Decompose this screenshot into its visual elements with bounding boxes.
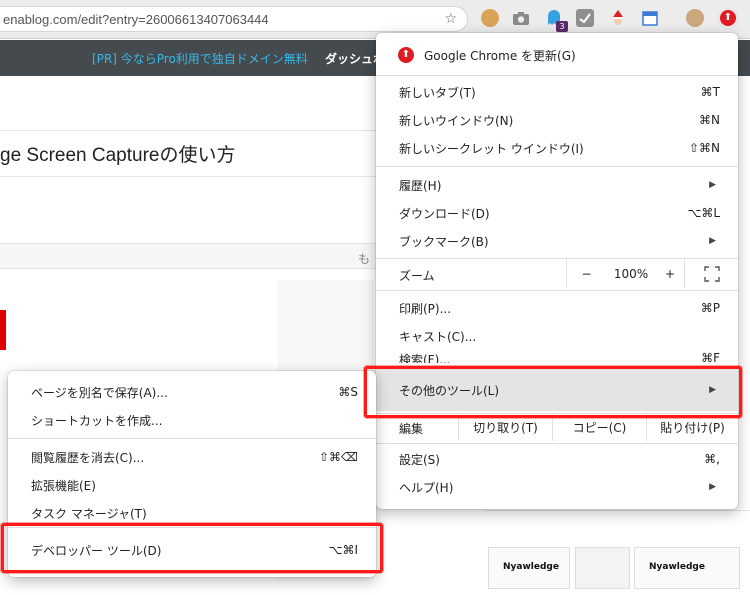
submenu-arrow-icon: ▶ xyxy=(709,482,716,492)
menu-item-label: デベロッパー ツール(D) xyxy=(31,543,162,558)
submenu-arrow-icon: ▶ xyxy=(709,236,716,246)
menu-item-label: 印刷(P)... xyxy=(399,301,452,316)
menu-item-label: 新しいタブ(T) xyxy=(399,85,476,100)
menu-separator xyxy=(8,438,376,439)
menu-item-extensions[interactable]: 拡張機能(E) xyxy=(8,472,376,498)
menu-item-incognito[interactable]: 新しいシークレット ウインドウ(I) ⇧⌘N xyxy=(376,135,738,161)
divider xyxy=(0,130,380,131)
thumbnail-image[interactable]: Nyawledge xyxy=(634,547,740,589)
divider xyxy=(0,176,380,177)
camera-extension-icon[interactable] xyxy=(512,9,530,27)
thumbnail-image[interactable] xyxy=(575,547,630,589)
copy-button[interactable]: コピー(C) xyxy=(552,413,646,441)
promo-link[interactable]: [PR] 今ならPro利用で独自ドメイン無料 xyxy=(92,50,308,67)
menu-item-find[interactable]: 検索(F)... ⌘F xyxy=(376,349,738,363)
check-extension-icon[interactable] xyxy=(576,9,594,27)
entry-title[interactable]: ge Screen Captureの使い方 xyxy=(0,140,236,167)
menu-item-label: 新しいウインドウ(N) xyxy=(399,113,514,128)
profile-avatar[interactable] xyxy=(686,9,704,27)
menu-item-print[interactable]: 印刷(P)... ⌘P xyxy=(376,295,738,321)
menu-item-shortcut: ⌘P xyxy=(700,301,720,315)
menu-item-clear-history[interactable]: 閲覧履歴を消去(C)... ⇧⌘⌫ xyxy=(8,444,376,470)
menu-item-shortcut: ⇧⌘⌫ xyxy=(318,450,358,464)
zoom-label: ズーム xyxy=(399,269,435,283)
menu-item-task-manager[interactable]: タスク マネージャ(T) xyxy=(8,500,376,526)
menu-item-label: ヘルプ(H) xyxy=(399,480,454,495)
paste-button[interactable]: 貼り付け(P) xyxy=(646,413,738,441)
menu-item-developer-tools[interactable]: デベロッパー ツール(D) ⌥⌘I xyxy=(8,537,376,563)
menu-item-shortcut: ⌥⌘I xyxy=(328,543,358,557)
zoom-in-button[interactable]: + xyxy=(656,259,684,289)
menu-item-shortcut: ⌘T xyxy=(700,85,720,99)
arrow-up-icon: ⬆ xyxy=(398,47,414,63)
menu-item-label: キャスト(C)... xyxy=(399,329,477,344)
menu-separator xyxy=(376,75,738,76)
menu-item-create-shortcut[interactable]: ショートカットを作成... xyxy=(8,407,376,433)
menu-item-new-tab[interactable]: 新しいタブ(T) ⌘T xyxy=(376,79,738,105)
zoom-out-button[interactable]: − xyxy=(566,259,606,289)
fullscreen-icon[interactable] xyxy=(684,259,738,289)
star-icon[interactable]: ☆ xyxy=(444,11,457,27)
divider xyxy=(484,510,750,511)
zoom-level: 100% xyxy=(613,267,649,281)
more-text: も xyxy=(358,252,371,266)
url-text[interactable]: enablog.com/edit?entry=26006613407063444 xyxy=(3,12,269,27)
red-mark xyxy=(0,310,6,350)
menu-item-bookmarks[interactable]: ブックマーク(B) ▶ xyxy=(376,228,738,254)
menu-item-downloads[interactable]: ダウンロード(D) ⌥⌘L xyxy=(376,200,738,226)
menu-item-label: 検索(F)... xyxy=(399,353,451,363)
menu-item-shortcut: ⌘, xyxy=(704,452,720,466)
update-chrome-item[interactable]: ⬆ Google Chrome を更新(G) xyxy=(376,41,738,69)
menu-item-shortcut: ⇧⌘N xyxy=(688,141,720,155)
submenu-arrow-icon: ▶ xyxy=(709,180,716,190)
thumbnail-image[interactable]: Nyawledge xyxy=(488,547,570,589)
menu-separator xyxy=(376,166,738,167)
menu-item-save-page[interactable]: ページを別名で保存(A)... ⌘S xyxy=(8,379,376,405)
menu-separator xyxy=(376,290,738,291)
menu-item-label: ページを別名で保存(A)... xyxy=(31,385,168,400)
menu-item-shortcut: ⌥⌘L xyxy=(687,206,720,220)
address-bar[interactable]: enablog.com/edit?entry=26006613407063444… xyxy=(0,6,468,32)
menu-item-label: 履歴(H) xyxy=(399,178,442,193)
edit-row: 編集 切り取り(T) コピー(C) 貼り付け(P) xyxy=(376,413,738,441)
edit-label: 編集 xyxy=(399,422,424,436)
menu-item-cast[interactable]: キャスト(C)... xyxy=(376,323,738,349)
menu-item-label: ダウンロード(D) xyxy=(399,206,490,221)
santa-extension-icon[interactable] xyxy=(609,9,627,27)
menu-item-label: その他のツール(L) xyxy=(399,383,500,398)
menu-item-shortcut: ⌘N xyxy=(699,113,720,127)
menu-item-label: 新しいシークレット ウインドウ(I) xyxy=(399,141,584,156)
cut-button[interactable]: 切り取り(T) xyxy=(458,413,552,441)
submenu-arrow-icon: ▶ xyxy=(709,385,716,395)
menu-item-label: Google Chrome を更新(G) xyxy=(424,48,576,63)
extension-badge: 3 xyxy=(556,21,568,32)
zoom-row: ズーム − 100% + xyxy=(376,259,738,289)
thumbnail-label: Nyawledge xyxy=(503,562,559,572)
menu-item-label: 閲覧履歴を消去(C)... xyxy=(31,450,145,465)
menu-item-label: タスク マネージャ(T) xyxy=(31,506,147,521)
editor-tab-strip xyxy=(0,243,380,269)
menu-item-more-tools[interactable]: その他のツール(L) ▶ xyxy=(376,369,738,411)
menu-item-label: 拡張機能(E) xyxy=(31,478,96,493)
menu-item-label: 設定(S) xyxy=(399,452,440,467)
more-tools-submenu: ページを別名で保存(A)... ⌘S ショートカットを作成... 閲覧履歴を消去… xyxy=(8,371,376,577)
menu-separator xyxy=(8,527,376,528)
menu-item-label: ブックマーク(B) xyxy=(399,234,489,249)
menu-item-settings[interactable]: 設定(S) ⌘, xyxy=(376,446,738,472)
thumbnail-label: Nyawledge xyxy=(649,562,705,572)
calendar-extension-icon[interactable] xyxy=(641,9,659,27)
menu-item-help[interactable]: ヘルプ(H) ▶ xyxy=(376,474,738,500)
menu-item-history[interactable]: 履歴(H) ▶ xyxy=(376,172,738,198)
menu-item-new-window[interactable]: 新しいウインドウ(N) ⌘N xyxy=(376,107,738,133)
cookie-extension-icon[interactable] xyxy=(481,9,499,27)
menu-item-label: ショートカットを作成... xyxy=(31,413,163,428)
menu-item-shortcut: ⌘F xyxy=(701,351,720,363)
chrome-main-menu: ⬆ Google Chrome を更新(G) 新しいタブ(T) ⌘T 新しいウイ… xyxy=(376,33,738,509)
menu-item-shortcut: ⌘S xyxy=(338,385,358,399)
update-menu-button[interactable]: ⬆ xyxy=(717,7,739,29)
menu-separator xyxy=(376,443,738,444)
update-menu-icon: ⬆ xyxy=(720,10,736,26)
